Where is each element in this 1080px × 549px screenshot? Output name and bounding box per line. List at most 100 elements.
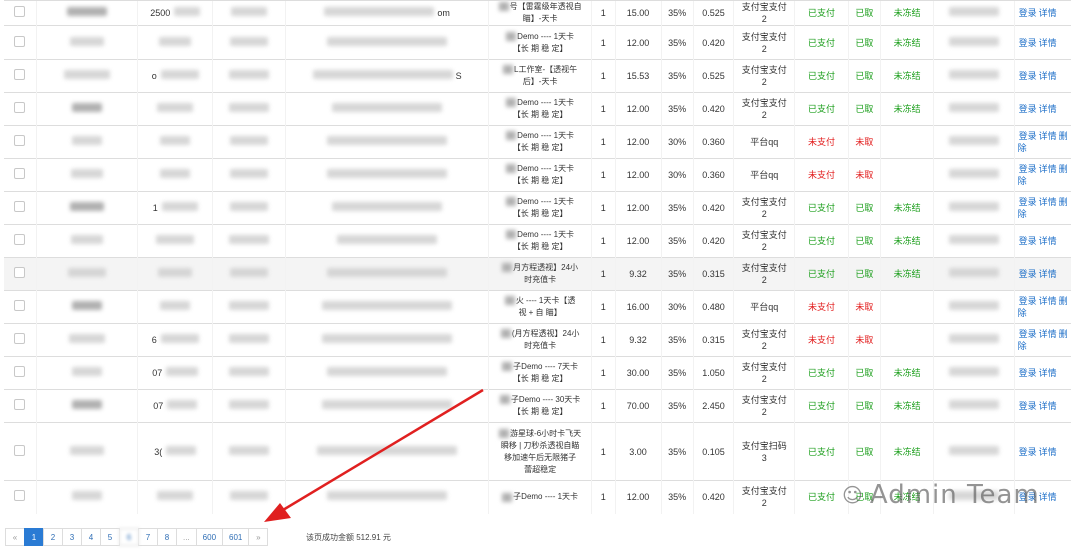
detail-link[interactable]: 详情: [1039, 329, 1057, 339]
redacted-cell: 2500: [137, 0, 213, 26]
redacted-prefix: [499, 395, 510, 405]
detail-link[interactable]: 详情: [1039, 447, 1057, 457]
redacted-prefix: [506, 31, 517, 41]
take-status: 已取: [847, 0, 881, 26]
row-checkbox[interactable]: [14, 168, 26, 179]
login-link[interactable]: 登录: [1019, 197, 1037, 207]
row-checkbox[interactable]: [14, 102, 26, 113]
table-row: 3(游星球-6小时卡飞天 瞬移 | 刀秒杀透视自瞄 移加速午后无限猪子 蕾超稳定 1 3.…: [4, 422, 1071, 481]
login-link[interactable]: 登录: [1019, 368, 1037, 378]
redacted-cell: [137, 257, 213, 291]
row-checkbox[interactable]: [14, 333, 26, 344]
row-checkbox[interactable]: [14, 135, 26, 146]
quantity: 1: [590, 389, 616, 423]
detail-link[interactable]: 详情: [1039, 131, 1057, 141]
row-checkbox[interactable]: [14, 69, 26, 80]
detail-link[interactable]: 详情: [1039, 492, 1057, 502]
row-select-cell: [4, 0, 37, 26]
redacted-prefix: [499, 428, 510, 438]
payment-name: 支付宝支付: [741, 2, 787, 12]
row-checkbox[interactable]: [14, 234, 26, 245]
payment-channel: 2: [761, 110, 767, 120]
detail-link[interactable]: 详情: [1039, 71, 1057, 81]
redacted-cell: [933, 422, 1015, 481]
detail-link[interactable]: 详情: [1039, 296, 1057, 306]
row-checkbox[interactable]: [14, 35, 26, 47]
payment-method: 支付宝支付 2: [733, 323, 795, 357]
detail-link[interactable]: 详情: [1039, 269, 1057, 279]
login-link[interactable]: 登录: [1019, 447, 1037, 457]
redacted-prefix: [504, 296, 515, 306]
redacted-cell: [933, 191, 1015, 225]
pay-status: 未支付: [794, 125, 849, 159]
price: 70.00: [614, 389, 662, 423]
detail-link[interactable]: 详情: [1039, 104, 1057, 114]
row-checkbox[interactable]: [14, 490, 26, 502]
detail-link[interactable]: 详情: [1039, 197, 1057, 207]
redacted-cell: [212, 422, 286, 481]
login-link[interactable]: 登录: [1019, 164, 1037, 174]
row-checkbox[interactable]: [14, 300, 26, 311]
redacted-prefix: [502, 362, 513, 372]
pagination-page[interactable]: 8: [157, 528, 177, 546]
redacted-cell: [35, 59, 138, 93]
product-line: 游星球-6小时卡飞天: [492, 428, 588, 440]
row-checkbox[interactable]: [14, 201, 26, 212]
login-link[interactable]: 登录: [1019, 104, 1037, 114]
pagination-page[interactable]: 2: [43, 528, 63, 546]
login-link[interactable]: 登录: [1019, 38, 1037, 48]
detail-link[interactable]: 详情: [1039, 38, 1057, 48]
commission: 0.315: [692, 323, 734, 357]
take-status: 已取: [847, 389, 881, 423]
detail-link[interactable]: 详情: [1039, 368, 1057, 378]
quantity: 1: [590, 125, 616, 159]
pagination-page[interactable]: 1: [24, 528, 44, 546]
product-name: Demo ---- 1天卡 【长 期 稳 定】: [488, 125, 592, 159]
login-link[interactable]: 登录: [1019, 236, 1037, 246]
login-link[interactable]: 登录: [1019, 296, 1037, 306]
detail-link[interactable]: 详情: [1039, 401, 1057, 411]
pagination-page[interactable]: 7: [138, 528, 158, 546]
login-link[interactable]: 登录: [1019, 329, 1037, 339]
commission: 1.050: [692, 356, 734, 390]
pagination-page[interactable]: 3: [62, 528, 82, 546]
product-name: 号【雷霆级年透视自 瞄】-天卡: [488, 0, 592, 26]
row-checkbox[interactable]: [14, 366, 26, 377]
row-checkbox[interactable]: [14, 6, 26, 17]
pagination-page[interactable]: 600: [195, 528, 224, 546]
pagination-next[interactable]: »: [248, 528, 269, 546]
login-link[interactable]: 登录: [1019, 8, 1037, 18]
pagination-page[interactable]: 601: [222, 528, 250, 546]
pay-status: 已支付: [794, 422, 849, 481]
redacted-value: [69, 445, 104, 455]
orders-table-body: 2500 om 号【雷霆级年透视自 瞄】-天卡 1 15.00 35% 0.525 支付宝支付 2…: [4, 0, 1071, 514]
pagination-page[interactable]: 5: [100, 528, 120, 546]
table-row: Demo ---- 1天卡 【长 期 稳 定】 1 12.00 35% 0.420 支付宝支…: [4, 224, 1071, 258]
redacted-value: [68, 334, 105, 343]
order-fragment: 2500: [150, 8, 171, 18]
product-line: 蕾超稳定: [524, 464, 557, 474]
row-checkbox[interactable]: [14, 444, 26, 456]
payment-channel: 2: [761, 77, 767, 87]
redacted-cell: [212, 25, 286, 60]
login-link[interactable]: 登录: [1019, 269, 1037, 279]
redacted-value: [71, 367, 102, 376]
product-name: Demo ---- 1天卡 【长 期 稳 定】: [488, 92, 592, 126]
detail-link[interactable]: 详情: [1039, 8, 1057, 18]
login-link[interactable]: 登录: [1019, 401, 1037, 411]
login-link[interactable]: 登录: [1019, 71, 1037, 81]
row-checkbox[interactable]: [14, 267, 26, 278]
redacted-value: [231, 7, 268, 16]
row-checkbox[interactable]: [14, 399, 26, 410]
price: 15.00: [614, 0, 662, 26]
redacted-value: [158, 268, 193, 277]
pagination-page[interactable]: 4: [81, 528, 101, 546]
login-link[interactable]: 登录: [1019, 131, 1037, 141]
detail-link[interactable]: 详情: [1039, 236, 1057, 246]
redacted-value: [337, 235, 438, 244]
pagination-page[interactable]: ...: [176, 528, 197, 546]
pagination-page[interactable]: 6: [119, 528, 139, 546]
pagination-prev[interactable]: «: [5, 528, 25, 546]
detail-link[interactable]: 详情: [1039, 164, 1057, 174]
pay-status: 已支付: [794, 59, 849, 93]
